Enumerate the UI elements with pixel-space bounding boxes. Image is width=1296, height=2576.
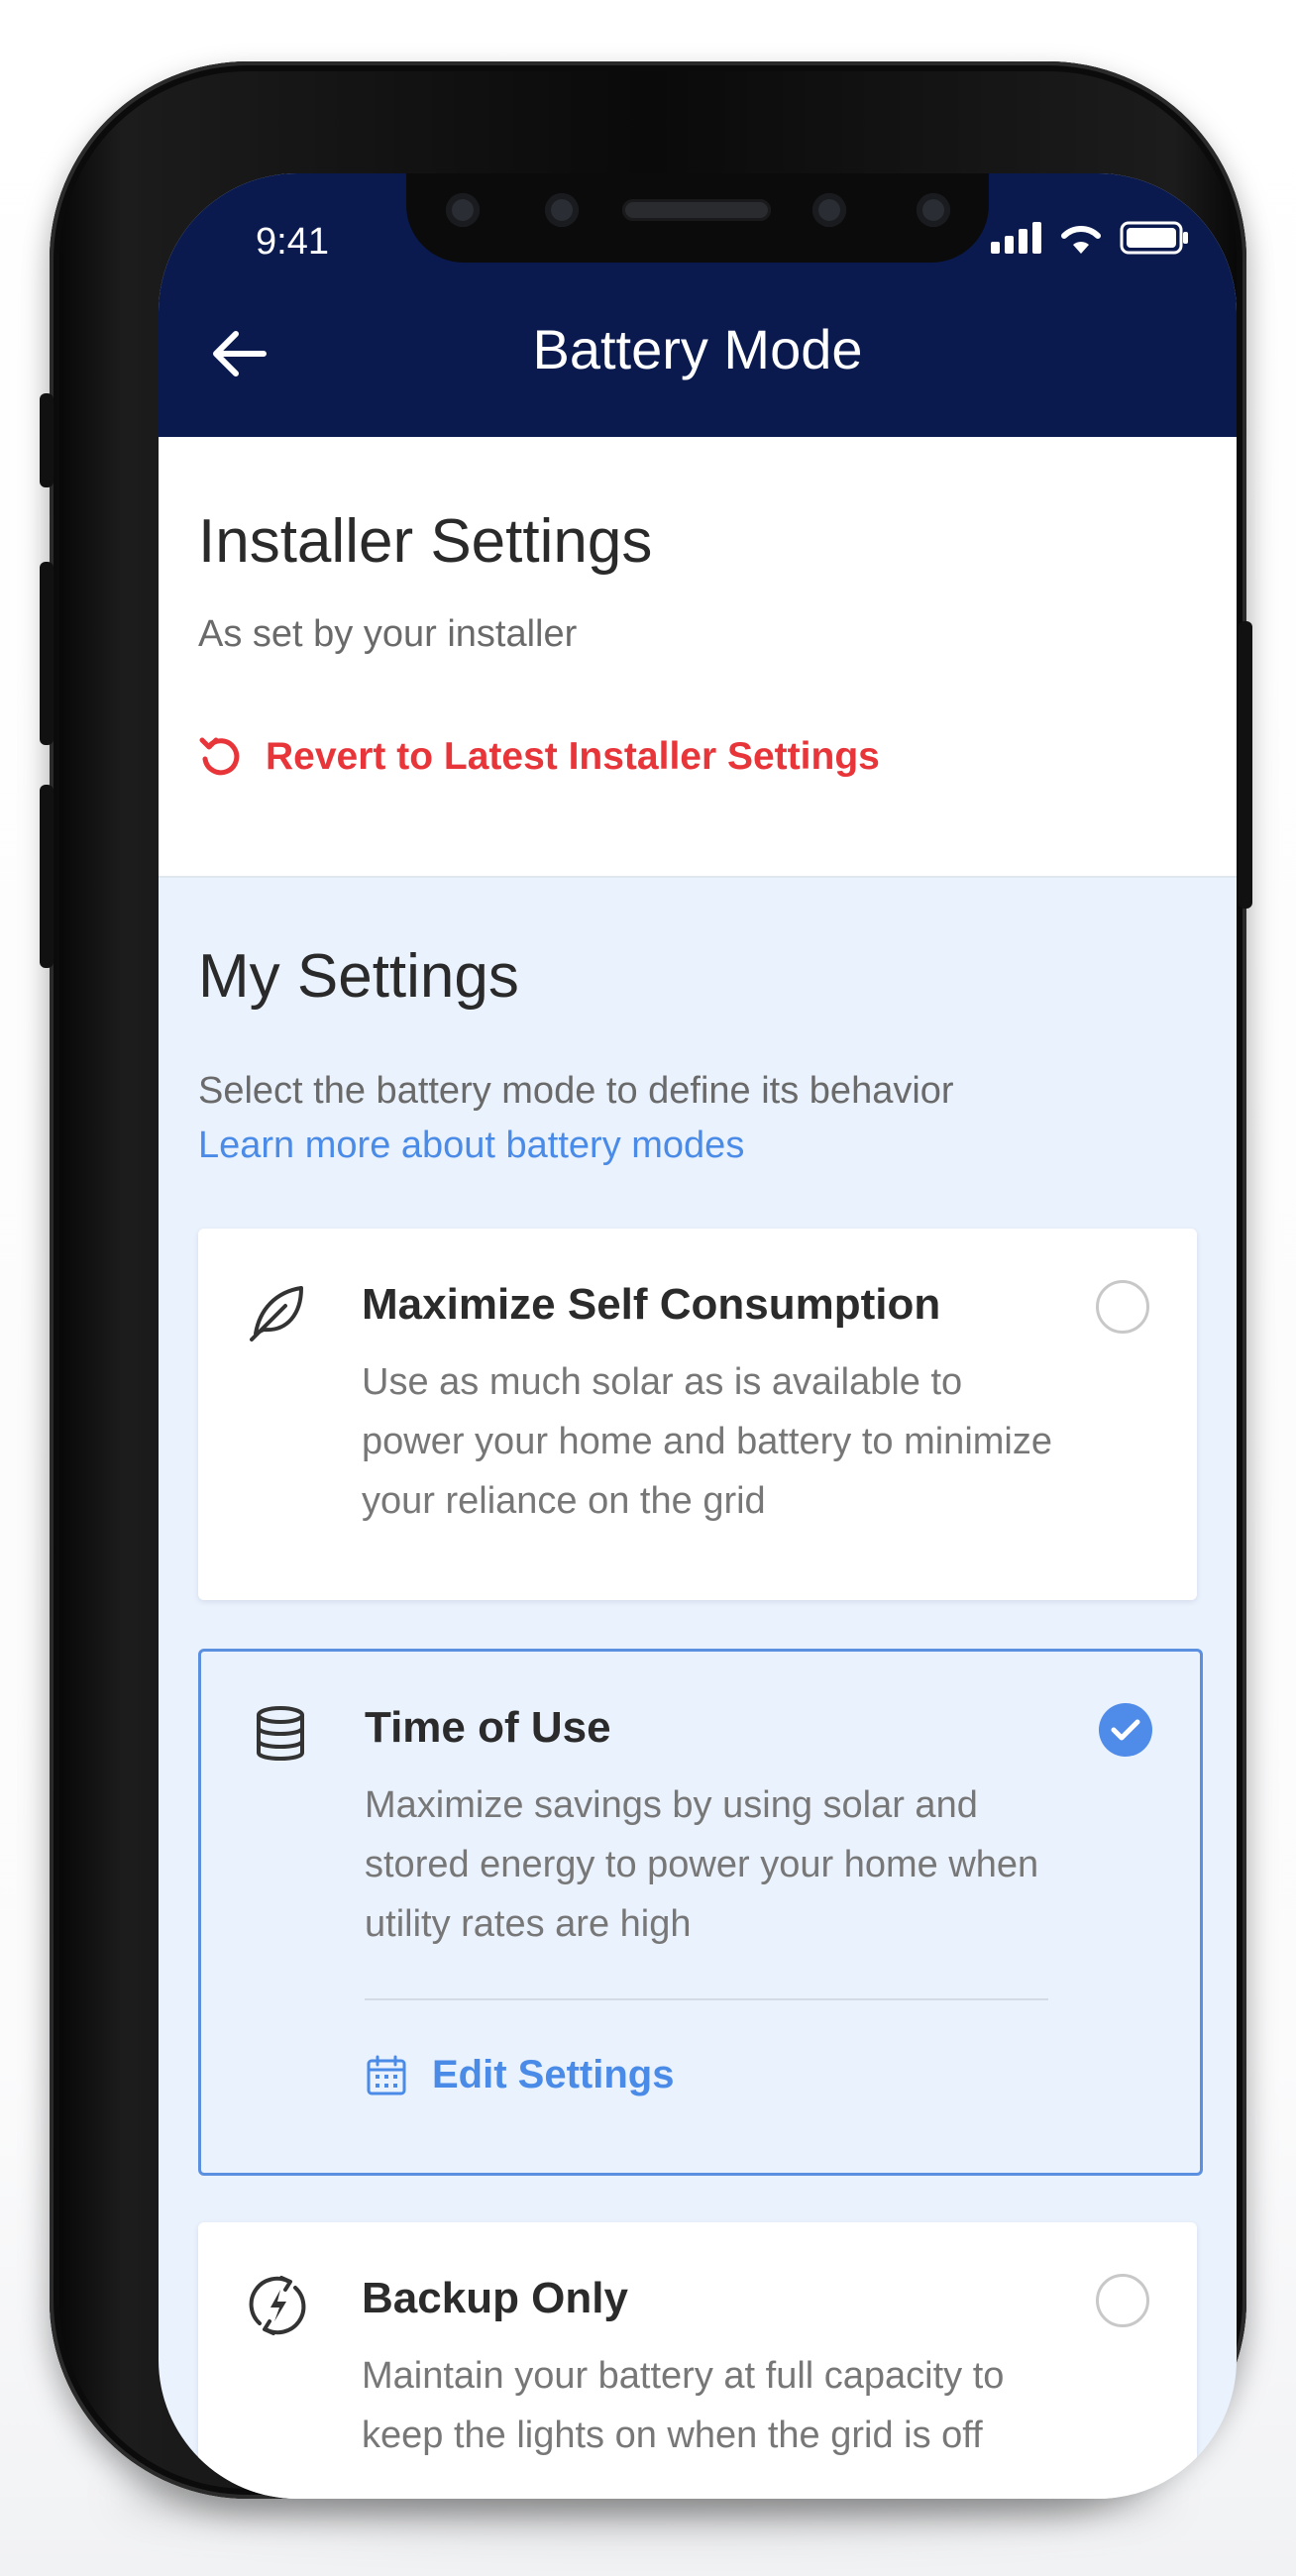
edit-settings-button[interactable]: Edit Settings bbox=[365, 2053, 674, 2097]
sensor-icon bbox=[545, 193, 579, 227]
sensor-icon bbox=[917, 193, 950, 227]
volume-down-button bbox=[40, 785, 54, 968]
revert-icon bbox=[199, 737, 240, 776]
mode-title: Maximize Self Consumption bbox=[362, 1280, 941, 1329]
power-button bbox=[1239, 621, 1252, 909]
mode-description: Maintain your battery at full capacity t… bbox=[362, 2355, 1005, 2456]
volume-up-button bbox=[40, 562, 54, 745]
calendar-icon bbox=[367, 2055, 406, 2094]
mode-description: Maximize savings by using solar and stor… bbox=[365, 1784, 1039, 1945]
battery-icon bbox=[1120, 221, 1188, 255]
speaker-grille bbox=[622, 199, 771, 221]
my-settings-heading: My Settings bbox=[198, 942, 519, 1011]
mode-radio-checked[interactable] bbox=[1099, 1703, 1152, 1757]
mute-switch bbox=[40, 393, 54, 487]
installer-settings-section: Installer Settings As set by your instal… bbox=[159, 437, 1237, 878]
mode-card-backup-only[interactable]: Backup Only Maintain your battery at ful… bbox=[198, 2222, 1197, 2499]
learn-more-link[interactable]: Learn more about battery modes bbox=[198, 1125, 744, 1167]
status-icons bbox=[991, 221, 1189, 255]
mode-radio[interactable] bbox=[1096, 1280, 1149, 1334]
sensor-icon bbox=[446, 193, 480, 227]
status-time: 9:41 bbox=[256, 221, 329, 263]
mode-card-time-of-use[interactable]: Time of Use Maximize savings by using so… bbox=[198, 1649, 1203, 2176]
installer-settings-subtitle: As set by your installer bbox=[198, 613, 578, 655]
mode-card-self-consumption[interactable]: Maximize Self Consumption Use as much so… bbox=[198, 1229, 1197, 1600]
mode-title: Time of Use bbox=[365, 1703, 611, 1752]
mode-description: Use as much solar as is available to pow… bbox=[362, 1361, 1052, 1522]
power-backup-icon bbox=[246, 2274, 309, 2337]
database-icon bbox=[249, 1703, 312, 1767]
page-title: Battery Mode bbox=[532, 318, 863, 380]
wifi-icon bbox=[1061, 225, 1101, 254]
mode-radio[interactable] bbox=[1096, 2274, 1149, 2327]
notch bbox=[406, 173, 989, 263]
phone-frame: 9:41 Battery Mode Installer Settings As … bbox=[40, 61, 1252, 2499]
edit-settings-label: Edit Settings bbox=[432, 2053, 675, 2096]
checkmark-icon bbox=[1111, 1719, 1140, 1741]
leaf-icon bbox=[246, 1280, 309, 1343]
card-divider bbox=[365, 1998, 1048, 2000]
mode-title: Backup Only bbox=[362, 2274, 628, 2322]
installer-settings-heading: Installer Settings bbox=[198, 507, 653, 576]
revert-installer-settings-link[interactable]: Revert to Latest Installer Settings bbox=[198, 734, 880, 780]
signal-icon bbox=[991, 222, 1041, 254]
my-settings-description: Select the battery mode to define its be… bbox=[198, 1070, 954, 1112]
front-camera-icon bbox=[812, 193, 846, 227]
phone-screen: 9:41 Battery Mode Installer Settings As … bbox=[159, 173, 1237, 2499]
revert-label: Revert to Latest Installer Settings bbox=[266, 735, 880, 778]
